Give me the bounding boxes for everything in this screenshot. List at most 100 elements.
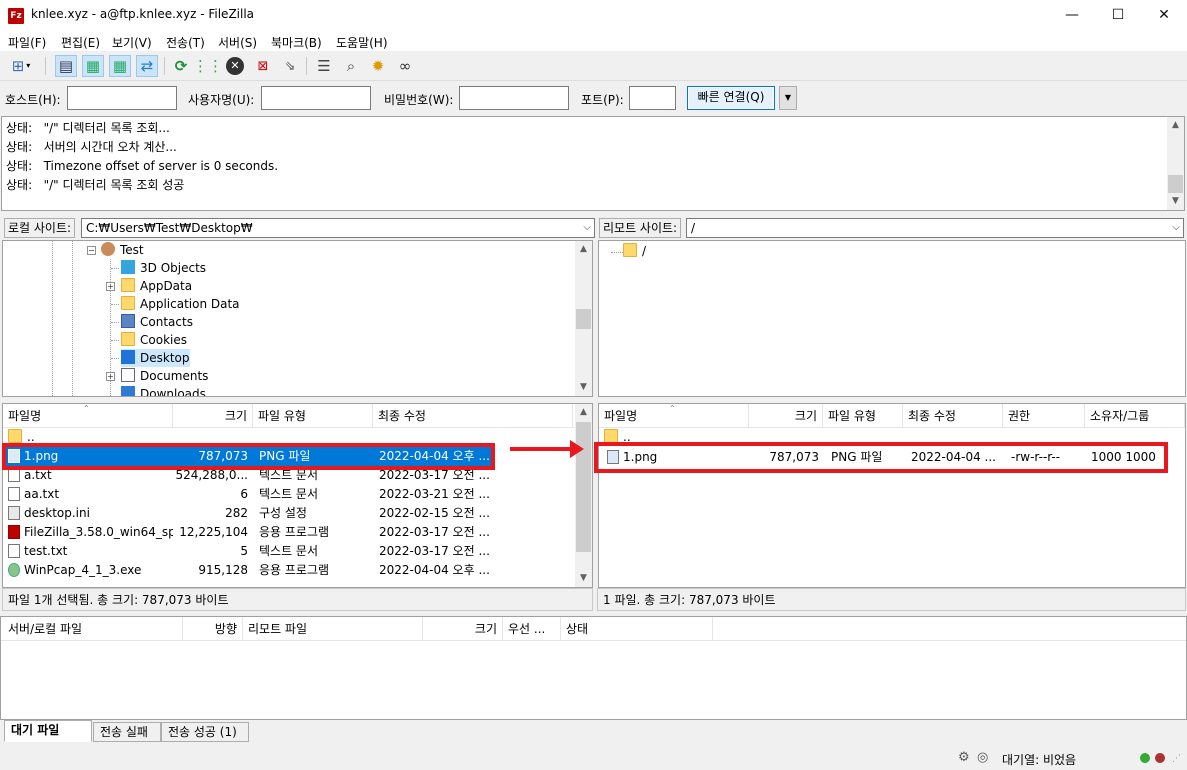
transfer-queue[interactable]: 서버/로컬 파일 방향 리모트 파일 크기 우선 ... 상태 — [0, 616, 1187, 720]
queue-header: 서버/로컬 파일 방향 리모트 파일 크기 우선 ... 상태 — [1, 617, 1186, 641]
remote-path-text: / — [691, 221, 696, 235]
speed-limit-icon[interactable]: ◎ — [977, 750, 988, 765]
toggle-local-tree-icon[interactable]: ▦ — [82, 55, 104, 77]
gear-icon[interactable]: ⚙ — [958, 750, 970, 765]
cancel-icon[interactable]: ✕ — [224, 55, 246, 77]
column-header-owner[interactable]: 소유자/그룹 — [1085, 404, 1185, 428]
quickconnect-dropdown-icon[interactable]: ▼ — [779, 86, 797, 110]
log-scrollbar[interactable]: ▲ ▼ — [1167, 117, 1184, 210]
tab-successful-transfers[interactable]: 전송 성공 (1) — [161, 722, 249, 742]
tree-item-root[interactable]: / — [623, 242, 646, 260]
remote-file-list[interactable]: 파일명 ⌃ 크기 파일 유형 최종 수정 권한 소유자/그룹 .. 1.png 7… — [598, 403, 1186, 588]
scroll-up-icon[interactable]: ▲ — [575, 404, 592, 421]
collapse-icon[interactable]: − — [87, 246, 96, 255]
close-button[interactable]: ✕ — [1141, 0, 1187, 31]
scroll-down-icon[interactable]: ▼ — [575, 570, 592, 587]
toggle-remote-tree-icon[interactable]: ▦ — [109, 55, 131, 77]
local-tree-scrollbar[interactable]: ▲ ▼ — [575, 241, 592, 396]
find-files-icon[interactable]: ⌕ — [340, 55, 362, 77]
username-input[interactable] — [261, 86, 371, 110]
expand-icon[interactable]: + — [106, 282, 115, 291]
scroll-up-icon[interactable]: ▲ — [575, 241, 592, 258]
maximize-button[interactable]: ☐ — [1095, 0, 1141, 31]
scroll-down-icon[interactable]: ▼ — [575, 379, 592, 396]
file-row[interactable]: WinPcap_4_1_3.exe 915,128 응용 프로그램 2022-0… — [3, 561, 576, 580]
activity-indicator-icon — [1140, 753, 1150, 763]
column-header-type[interactable]: 파일 유형 — [253, 404, 373, 428]
tree-item-application-data[interactable]: Application Data — [121, 295, 240, 313]
queue-tabs: 대기 파일 전송 실패 전송 성공 (1) — [0, 720, 1187, 744]
minimize-button[interactable]: — — [1049, 0, 1095, 31]
host-input[interactable] — [67, 86, 177, 110]
reconnect-icon[interactable]: ⇘ — [279, 55, 301, 77]
column-header-size[interactable]: 크기 — [423, 617, 503, 641]
tree-item-documents[interactable]: Documents — [121, 367, 208, 385]
scroll-thumb[interactable] — [576, 309, 591, 329]
column-header-permissions[interactable]: 권한 — [1003, 404, 1085, 428]
column-header-server-local[interactable]: 서버/로컬 파일 — [3, 617, 183, 641]
column-header-name[interactable]: 파일명 ⌃ — [599, 404, 749, 428]
menu-server[interactable]: 서버(S) — [218, 34, 257, 51]
chevron-down-icon[interactable]: ⌵ — [1172, 219, 1180, 237]
column-header-remote-file[interactable]: 리모트 파일 — [243, 617, 423, 641]
column-header-direction[interactable]: 방향 — [183, 617, 243, 641]
remote-site-bar: 리모트 사이트: / ⌵ — [597, 217, 1187, 239]
column-header-modified[interactable]: 최종 수정 — [903, 404, 1003, 428]
toolbar: ⊞ ▾ ▤ ▦ ▦ ⇄ ⟳ ⋮⋮ ✕ ⊠ ⇘ ☰ ⌕ ✹ ∞ — [0, 51, 1187, 81]
column-header-type[interactable]: 파일 유형 — [823, 404, 903, 428]
site-manager-icon[interactable]: ⊞ ▾ — [4, 55, 38, 77]
file-row[interactable]: FileZilla_3.58.0_win64_sp... 12,225,104 … — [3, 523, 576, 542]
file-row[interactable]: desktop.ini 282 구성 설정 2022-02-15 오전 ... — [3, 504, 576, 523]
directory-listing-filter-icon[interactable]: ☰ — [313, 55, 335, 77]
local-directory-tree[interactable]: − Test 3D Objects + AppData Application … — [2, 240, 593, 397]
column-header-size[interactable]: 크기 — [749, 404, 823, 428]
search-remote-icon[interactable]: ∞ — [394, 55, 416, 77]
tree-item-desktop[interactable]: Desktop — [121, 349, 190, 367]
menu-view[interactable]: 보기(V) — [112, 34, 152, 51]
remote-directory-tree[interactable]: / — [598, 240, 1186, 397]
toggle-queue-icon[interactable]: ⇄ — [136, 55, 158, 77]
scroll-up-icon[interactable]: ▲ — [1167, 117, 1184, 134]
file-row[interactable]: aa.txt 6 텍스트 문서 2022-03-21 오전 ... — [3, 485, 576, 504]
menu-file[interactable]: 파일(F) — [8, 34, 46, 51]
column-header-status[interactable]: 상태 — [561, 617, 713, 641]
expand-icon[interactable]: + — [106, 372, 115, 381]
tab-failed-transfers[interactable]: 전송 실패 — [93, 722, 161, 742]
disconnect-icon[interactable]: ⊠ — [252, 55, 274, 77]
refresh-icon[interactable]: ⟳ — [170, 55, 192, 77]
column-header-size[interactable]: 크기 — [173, 404, 253, 428]
port-input[interactable] — [629, 86, 676, 110]
scroll-down-icon[interactable]: ▼ — [1167, 193, 1184, 210]
local-path-input[interactable]: C:₩Users₩Test₩Desktop₩ ⌵ — [81, 218, 595, 238]
tree-item-appdata[interactable]: AppData — [121, 277, 192, 295]
process-queue-icon[interactable]: ⋮⋮ — [193, 55, 223, 77]
toolbar-separator — [164, 57, 165, 75]
tree-item-cookies[interactable]: Cookies — [121, 331, 187, 349]
local-file-list[interactable]: 파일명 ⌃ 크기 파일 유형 최종 수정 .. 1.png 787,073 PNG… — [2, 403, 593, 588]
resize-grip-icon[interactable]: ⋰ — [1172, 754, 1181, 764]
log-line: 상태: "/" 디렉터리 목록 조회 성공 — [6, 178, 185, 192]
column-header-name[interactable]: 파일명 ⌃ — [3, 404, 173, 428]
local-list-scrollbar[interactable]: ▲ ▼ — [575, 404, 592, 587]
toggle-log-icon[interactable]: ▤ — [55, 55, 77, 77]
tree-item-3d-objects[interactable]: 3D Objects — [121, 259, 206, 277]
tab-queued-files[interactable]: 대기 파일 — [4, 720, 92, 742]
menu-help[interactable]: 도움말(H) — [336, 34, 388, 51]
column-header-priority[interactable]: 우선 ... — [503, 617, 561, 641]
menu-transfer[interactable]: 전송(T) — [166, 34, 205, 51]
tree-item-contacts[interactable]: Contacts — [121, 313, 193, 331]
column-header-modified[interactable]: 최종 수정 — [373, 404, 573, 428]
sync-browsing-icon[interactable]: ✹ — [367, 55, 389, 77]
scroll-thumb[interactable] — [1168, 175, 1183, 193]
remote-path-input[interactable]: / ⌵ — [686, 218, 1184, 238]
log-line: 상태: Timezone offset of server is 0 secon… — [6, 159, 279, 173]
password-input[interactable] — [459, 86, 569, 110]
quickconnect-button[interactable]: 빠른 연결(Q) — [687, 86, 775, 110]
log-line: 상태: 서버의 시간대 오차 계산... — [6, 140, 177, 154]
file-row[interactable]: test.txt 5 텍스트 문서 2022-03-17 오전 ... — [3, 542, 576, 561]
menu-edit[interactable]: 편집(E) — [61, 34, 100, 51]
menu-bookmarks[interactable]: 북마크(B) — [271, 34, 322, 51]
tree-item-test[interactable]: Test — [101, 241, 144, 259]
chevron-down-icon[interactable]: ⌵ — [583, 219, 591, 237]
tree-item-downloads[interactable]: Downloads — [121, 385, 206, 396]
